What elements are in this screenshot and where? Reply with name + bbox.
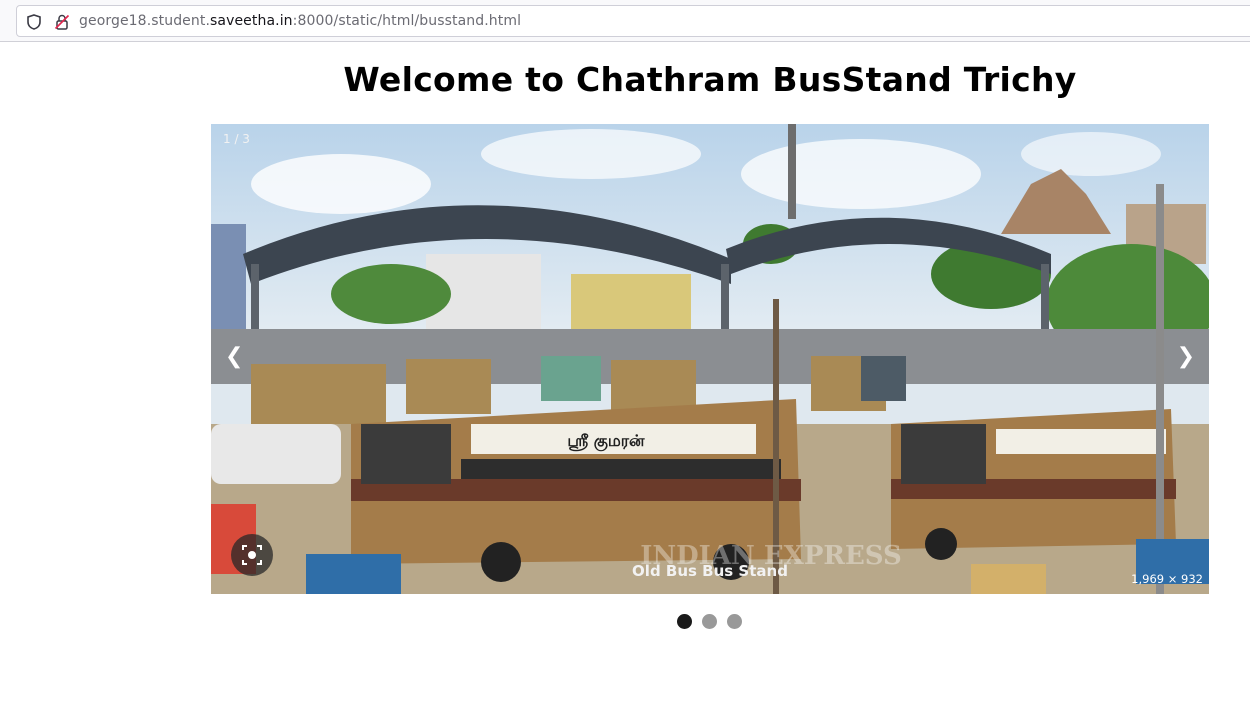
url-suffix: :8000/static/html/busstand.html bbox=[292, 13, 522, 29]
bus-destination-board: ஸ்ரீ குமரன் bbox=[567, 431, 645, 452]
slideshow-container: ஸ்ரீ குமரன் INDIAN EXPRESS 1 / 3 ❮ ❯ Old… bbox=[211, 124, 1209, 594]
browser-toolbar: george18.student.saveetha.in:8000/static… bbox=[0, 0, 1250, 42]
url-text[interactable]: george18.student.saveetha.in:8000/static… bbox=[79, 13, 521, 29]
address-bar[interactable]: george18.student.saveetha.in:8000/static… bbox=[16, 5, 1250, 37]
slide-caption: Old Bus Bus Stand bbox=[632, 562, 788, 580]
slide-dot-3[interactable] bbox=[727, 614, 742, 629]
insecure-lock-icon[interactable] bbox=[53, 13, 71, 31]
next-slide-button[interactable]: ❯ bbox=[1177, 346, 1195, 368]
slide-counter: 1 / 3 bbox=[223, 132, 250, 146]
slide-indicators bbox=[677, 614, 752, 630]
bus-stand-photo: ஸ்ரீ குமரன் INDIAN EXPRESS bbox=[211, 124, 1209, 594]
slide-dot-2[interactable] bbox=[702, 614, 717, 629]
prev-slide-button[interactable]: ❮ bbox=[225, 346, 243, 368]
url-prefix: george18.student. bbox=[79, 13, 211, 29]
image-dimensions: 1,969 × 932 bbox=[1131, 572, 1203, 586]
shield-icon[interactable] bbox=[25, 13, 43, 31]
url-domain: saveetha.in bbox=[210, 13, 293, 29]
slide-dot-1[interactable] bbox=[677, 614, 692, 629]
page-title: Welcome to Chathram BusStand Trichy bbox=[343, 60, 1077, 99]
